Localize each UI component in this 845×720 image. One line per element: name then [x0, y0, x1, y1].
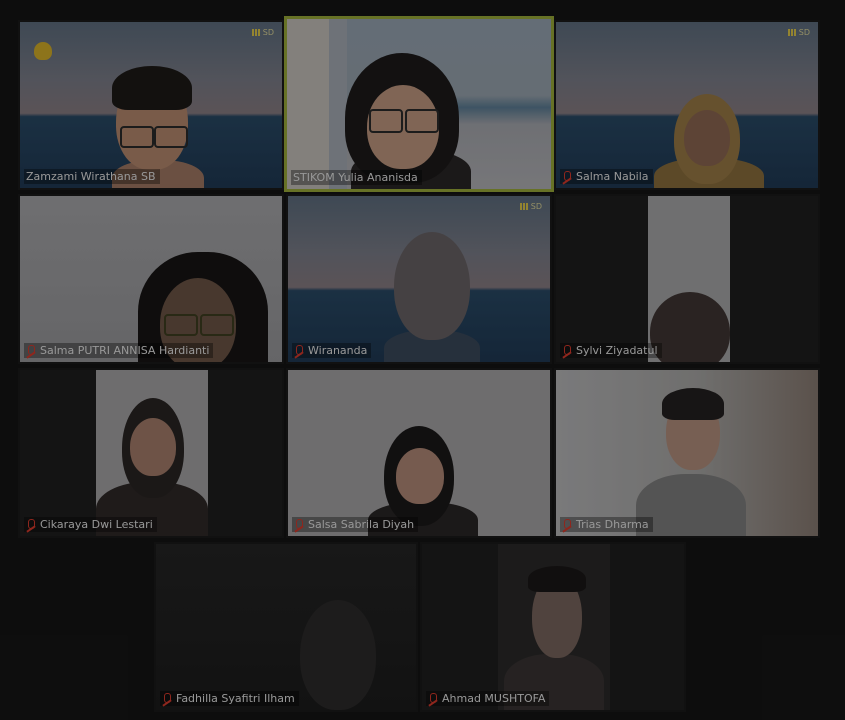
- signal-indicator: SD: [251, 28, 274, 37]
- participant-nameplate: Cikaraya Dwi Lestari: [24, 517, 157, 532]
- participant-name: Ahmad MUSHTOFA: [442, 692, 546, 705]
- participant-tile[interactable]: Ahmad MUSHTOFA: [420, 542, 686, 712]
- participant-tile[interactable]: SD Wirananda: [286, 194, 552, 364]
- signal-bars-icon: [787, 29, 796, 36]
- participant-nameplate: Salsa Sabrila Diyah: [292, 517, 419, 532]
- signal-label: SD: [530, 202, 542, 211]
- participant-tile-active-speaker[interactable]: STIKOM Yulia Ananisda: [284, 16, 554, 192]
- hair: [112, 66, 192, 110]
- participant-name: Salma Nabila: [576, 170, 649, 183]
- glasses: [405, 109, 439, 133]
- participant-nameplate: Salma PUTRI ANNISA Hardianti: [24, 343, 214, 358]
- signal-label: SD: [262, 28, 274, 37]
- signal-label: SD: [798, 28, 810, 37]
- participant-nameplate: Wirananda: [292, 343, 372, 358]
- signal-indicator: SD: [787, 28, 810, 37]
- glasses: [154, 126, 188, 148]
- participant-tile[interactable]: Salma PUTRI ANNISA Hardianti: [18, 194, 284, 364]
- face: [684, 110, 730, 166]
- participant-name: Fadhilla Syafitri Ilham: [176, 692, 295, 705]
- participant-tile[interactable]: Salsa Sabrila Diyah: [286, 368, 552, 538]
- participant-nameplate: Fadhilla Syafitri Ilham: [160, 691, 299, 706]
- video-gallery: SD Zamzami Wirathana SB STIKOM Yulia Ana…: [0, 0, 845, 720]
- muted-mic-icon: [26, 518, 36, 531]
- glasses: [164, 314, 198, 336]
- participant-nameplate: STIKOM Yulia Ananisda: [291, 170, 422, 185]
- participant-nameplate: Zamzami Wirathana SB: [24, 169, 160, 184]
- head: [300, 600, 376, 710]
- participant-tile[interactable]: SD Salma Nabila: [554, 20, 820, 190]
- participant-nameplate: Ahmad MUSHTOFA: [426, 691, 550, 706]
- face: [396, 448, 444, 504]
- participant-name: Salsa Sabrila Diyah: [308, 518, 415, 531]
- glasses: [120, 126, 154, 148]
- muted-mic-icon: [162, 692, 172, 705]
- glasses: [369, 109, 403, 133]
- muted-mic-icon: [428, 692, 438, 705]
- participant-tile[interactable]: Cikaraya Dwi Lestari: [18, 368, 284, 538]
- participant-tile[interactable]: Fadhilla Syafitri Ilham: [154, 542, 418, 712]
- hair: [528, 566, 586, 592]
- portrait-video-frame: [648, 196, 730, 362]
- participant-tile[interactable]: SD Zamzami Wirathana SB: [18, 20, 284, 190]
- participant-nameplate: Trias Dharma: [560, 517, 653, 532]
- hair: [662, 388, 724, 420]
- muted-mic-icon: [294, 344, 304, 357]
- participant-name: Cikaraya Dwi Lestari: [40, 518, 153, 531]
- participant-name: Salma PUTRI ANNISA Hardianti: [40, 344, 210, 357]
- participant-name: Trias Dharma: [576, 518, 649, 531]
- participant-name: Wirananda: [308, 344, 368, 357]
- muted-mic-icon: [562, 344, 572, 357]
- head: [650, 292, 730, 362]
- participant-nameplate: Salma Nabila: [560, 169, 653, 184]
- muted-mic-icon: [562, 518, 572, 531]
- signal-bars-icon: [519, 203, 528, 210]
- head: [394, 232, 470, 340]
- participant-nameplate: Sylvi Ziyadatul: [560, 343, 662, 358]
- portrait-video-frame: [96, 370, 208, 536]
- portrait-video-frame: [498, 544, 610, 710]
- face: [130, 418, 176, 476]
- logo-icon: [34, 42, 52, 60]
- dark-room-background: [156, 544, 416, 710]
- participant-name: STIKOM Yulia Ananisda: [293, 171, 418, 184]
- participant-tile[interactable]: Sylvi Ziyadatul: [554, 194, 820, 364]
- muted-mic-icon: [562, 170, 572, 183]
- signal-indicator: SD: [519, 202, 542, 211]
- participant-tile[interactable]: Trias Dharma: [554, 368, 820, 538]
- participant-name: Sylvi Ziyadatul: [576, 344, 658, 357]
- signal-bars-icon: [251, 29, 260, 36]
- muted-mic-icon: [26, 344, 36, 357]
- glasses: [200, 314, 234, 336]
- muted-mic-icon: [294, 518, 304, 531]
- participant-name: Zamzami Wirathana SB: [26, 170, 156, 183]
